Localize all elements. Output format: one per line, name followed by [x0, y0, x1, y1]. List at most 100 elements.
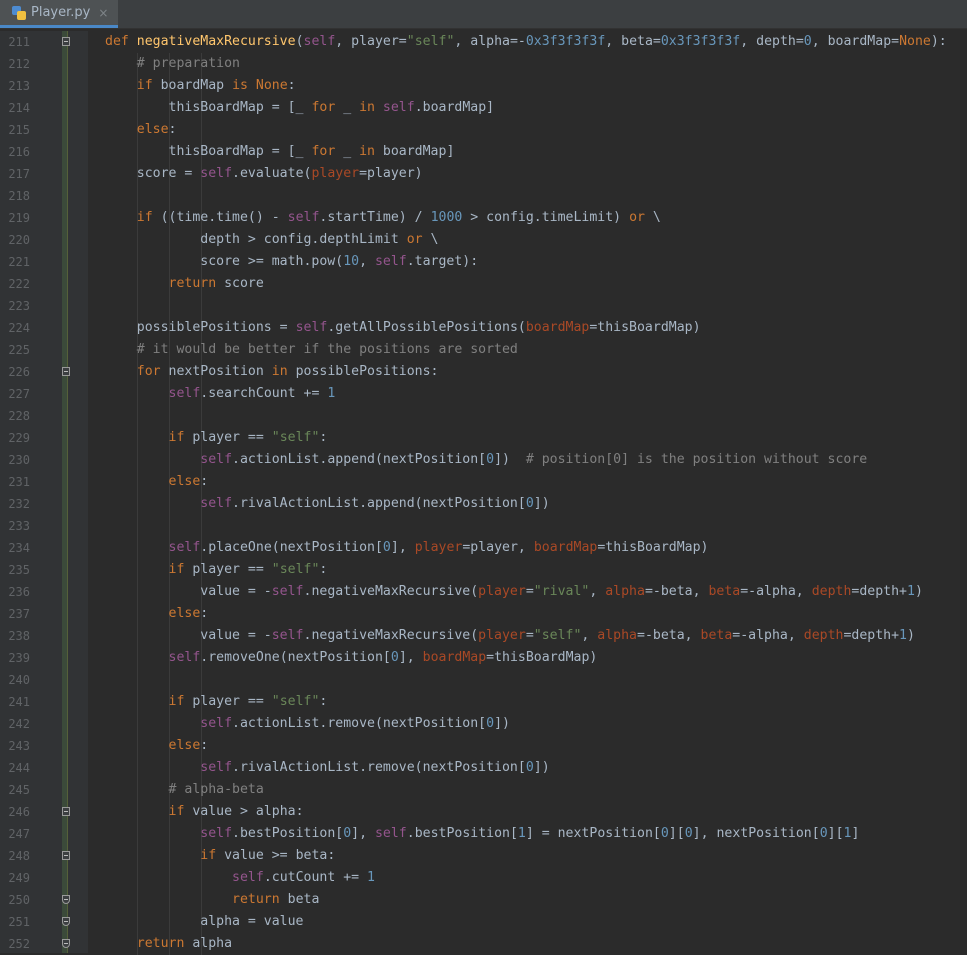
code-token: :	[319, 562, 328, 577]
code-token: self	[295, 320, 328, 335]
line-number: 231	[8, 475, 30, 489]
python-file-icon	[12, 5, 26, 20]
code-line[interactable]: 242 self.actionList.remove(nextPosition[…	[0, 713, 967, 735]
code-line[interactable]: 218	[0, 185, 967, 207]
line-number: 240	[8, 673, 30, 687]
code-token: 1	[327, 386, 336, 401]
line-number: 242	[8, 717, 30, 731]
code-token: "self"	[271, 430, 320, 445]
code-line[interactable]: 240	[0, 669, 967, 691]
code-token: .placeOne(nextPosition[	[200, 540, 383, 555]
code-token: 0	[684, 826, 693, 841]
code-token: =player)	[359, 166, 423, 181]
code-token: =	[525, 628, 534, 643]
code-line[interactable]: 247 self.bestPosition[0], self.bestPosit…	[0, 823, 967, 845]
code-text: self.actionList.remove(nextPosition[0])	[105, 713, 510, 735]
code-token: player	[478, 584, 526, 599]
code-token: , boardMap=	[811, 34, 900, 49]
code-text: self.rivalActionList.remove(nextPosition…	[105, 757, 549, 779]
code-token: .bestPosition[	[232, 826, 344, 841]
tab-filename: Player.py	[31, 5, 91, 20]
code-line[interactable]: 222 return score	[0, 273, 967, 295]
code-token: alpha	[597, 628, 637, 643]
code-text: self.placeOne(nextPosition[0], player=pl…	[105, 537, 709, 559]
code-line[interactable]: 238 value = -self.negativeMaxRecursive(p…	[0, 625, 967, 647]
code-token: player	[414, 540, 463, 555]
line-number: 232	[8, 497, 30, 511]
code-token: ],	[398, 650, 423, 665]
code-line[interactable]: 224 possiblePositions = self.getAllPossi…	[0, 317, 967, 339]
code-line[interactable]: 239 self.removeOne(nextPosition[0], boar…	[0, 647, 967, 669]
code-line[interactable]: 221 score >= math.pow(10, self.target):	[0, 251, 967, 273]
line-number: 217	[8, 167, 30, 181]
code-line[interactable]: 241 if player == "self":	[0, 691, 967, 713]
fold-toggle-icon[interactable]	[62, 367, 70, 376]
code-line[interactable]: 245 # alpha-beta	[0, 779, 967, 801]
code-line[interactable]: 227 self.searchCount += 1	[0, 383, 967, 405]
fold-toggle-icon[interactable]	[62, 37, 70, 46]
code-token: None	[899, 34, 931, 49]
close-tab-icon[interactable]: ×	[98, 6, 108, 20]
code-line[interactable]: 211 def negativeMaxRecursive(self, player…	[0, 31, 967, 53]
code-line[interactable]: 250 return beta	[0, 889, 967, 911]
code-line[interactable]: 243 else:	[0, 735, 967, 757]
line-number: 250	[8, 893, 30, 907]
code-token: self	[303, 34, 336, 49]
line-number: 246	[8, 805, 30, 819]
code-line[interactable]: 235 if player == "self":	[0, 559, 967, 581]
code-line[interactable]: 252 return alpha	[0, 933, 967, 955]
code-token: _	[343, 100, 360, 115]
line-number: 227	[8, 387, 30, 401]
code-token: .cutCount +=	[263, 870, 368, 885]
code-line[interactable]: 219 if ((time.time() - self.startTime) /…	[0, 207, 967, 229]
code-line[interactable]: 216 thisBoardMap = [_ for _ in boardMap]	[0, 141, 967, 163]
fold-toggle-icon[interactable]	[62, 851, 70, 860]
code-line[interactable]: 234 self.placeOne(nextPosition[0], playe…	[0, 537, 967, 559]
code-line[interactable]: 229 if player == "self":	[0, 427, 967, 449]
code-line[interactable]: 225 # it would be better if the position…	[0, 339, 967, 361]
code-line[interactable]: 226 for nextPosition in possiblePosition…	[0, 361, 967, 383]
code-token: thisBoardMap = [_	[105, 144, 312, 159]
fold-end-icon	[62, 895, 70, 904]
code-line[interactable]: 244 self.rivalActionList.remove(nextPosi…	[0, 757, 967, 779]
code-line[interactable]: 220 depth > config.depthLimit or \	[0, 229, 967, 251]
code-line[interactable]: 251 alpha = value	[0, 911, 967, 933]
line-number: 228	[8, 409, 30, 423]
code-line[interactable]: 217 score = self.evaluate(player=player)	[0, 163, 967, 185]
code-line[interactable]: 233	[0, 515, 967, 537]
code-line[interactable]: 237 else:	[0, 603, 967, 625]
code-token: for	[136, 364, 169, 379]
code-token: boardMap	[533, 540, 598, 555]
code-token: ])	[494, 452, 526, 467]
code-token: .removeOne(nextPosition[	[200, 650, 391, 665]
code-line[interactable]: 236 value = -self.negativeMaxRecursive(p…	[0, 581, 967, 603]
code-token: self	[232, 870, 264, 885]
code-line[interactable]: 228	[0, 405, 967, 427]
line-number: 235	[8, 563, 30, 577]
code-line[interactable]: 230 self.actionList.append(nextPosition[…	[0, 449, 967, 471]
code-line[interactable]: 232 self.rivalActionList.append(nextPosi…	[0, 493, 967, 515]
code-token: , depth=	[740, 34, 804, 49]
code-token: ]	[851, 826, 860, 841]
code-line[interactable]: 212 # preparation	[0, 53, 967, 75]
code-editor[interactable]: 211 def negativeMaxRecursive(self, player…	[0, 31, 967, 955]
code-line[interactable]: 249 self.cutCount += 1	[0, 867, 967, 889]
code-line[interactable]: 215 else:	[0, 119, 967, 141]
code-token: else	[136, 122, 169, 137]
tab-player-py[interactable]: Player.py ×	[0, 0, 119, 28]
code-line[interactable]: 246 if value > alpha:	[0, 801, 967, 823]
code-line[interactable]: 223	[0, 295, 967, 317]
code-line[interactable]: 248 if value >= beta:	[0, 845, 967, 867]
code-token: .getAllPossiblePositions(	[327, 320, 526, 335]
code-token: boardMap	[525, 320, 590, 335]
code-line[interactable]: 213 if boardMap is None:	[0, 75, 967, 97]
code-line[interactable]: 214 thisBoardMap = [_ for _ in self.boar…	[0, 97, 967, 119]
line-number: 241	[8, 695, 30, 709]
fold-toggle-icon[interactable]	[62, 807, 70, 816]
code-line[interactable]: 231 else:	[0, 471, 967, 493]
